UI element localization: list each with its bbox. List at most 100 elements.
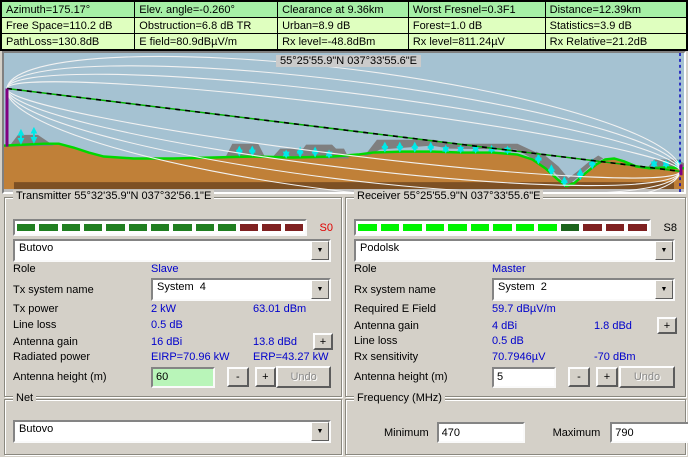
tx-role-label: Role	[13, 263, 151, 275]
signal-segment	[493, 224, 512, 231]
rx-signal-s-units: S8	[651, 222, 677, 234]
rx-sensitivity-dbm: -70 dBm	[594, 351, 636, 363]
stat-elev-angle: Elev. angle=-0.260°	[135, 1, 278, 18]
signal-segment	[129, 224, 147, 231]
rx-sensitivity-uv: 70.7946µV	[492, 351, 594, 363]
signal-segment	[516, 224, 535, 231]
chevron-down-icon[interactable]: ▼	[311, 422, 329, 441]
signal-segment	[561, 224, 580, 231]
rx-antenna-height-label: Antenna height (m)	[354, 371, 492, 383]
rx-system-value: System 2	[494, 280, 655, 299]
signal-segment	[151, 224, 169, 231]
signal-segment	[628, 224, 647, 231]
chevron-down-icon[interactable]: ▼	[655, 280, 673, 299]
rx-antenna-detail-button[interactable]: +	[657, 317, 677, 334]
rx-site-value: Podolsk	[356, 241, 655, 260]
rx-antenna-gain-dbd: 1.8 dBd	[594, 320, 632, 332]
rx-sensitivity-label: Rx sensitivity	[354, 351, 492, 363]
tx-site-value: Butovo	[15, 241, 311, 260]
stat-rx-level-uv: Rx level=811.24µV	[408, 34, 545, 51]
rx-undo-button[interactable]: Undo	[619, 366, 675, 388]
net-combobox[interactable]: Butovo ▼	[13, 420, 331, 443]
signal-segment	[285, 224, 303, 231]
terrain-profile-chart: 55°25'55.9"N 037°33'55.6"E	[2, 51, 686, 194]
tx-power-dbm: 63.01 dBm	[253, 303, 306, 315]
rx-line-loss-value: 0.5 dB	[492, 335, 594, 347]
stat-azimuth: Azimuth=175.17°	[1, 1, 135, 18]
tx-system-row: Tx system name System 4 ▼	[13, 278, 331, 301]
rx-antenna-height-row: Antenna height (m) - + Undo	[354, 366, 675, 388]
rx-system-combobox[interactable]: System 2 ▼	[492, 278, 675, 301]
tx-antenna-gain-row: Antenna gain 16 dBi 13.8 dBd +	[13, 333, 333, 350]
frequency-min-input[interactable]	[437, 422, 525, 443]
stat-worst-fresnel: Worst Fresnel=0.3F1	[408, 1, 545, 18]
rx-antenna-height-input[interactable]	[492, 367, 556, 388]
rx-sensitivity-row: Rx sensitivity 70.7946µV -70 dBm	[354, 351, 677, 363]
receiver-panel: Receiver 55°25'55.9"N 037°33'55.6"E S8 P…	[345, 197, 686, 397]
signal-segment	[538, 224, 557, 231]
stat-rx-relative: Rx Relative=21.2dB	[545, 34, 687, 51]
tx-height-increase-button[interactable]: +	[255, 367, 277, 387]
tx-line-loss-label: Line loss	[13, 319, 151, 331]
tx-system-combobox[interactable]: System 4 ▼	[151, 278, 331, 301]
net-value: Butovo	[15, 422, 311, 441]
tx-height-decrease-button[interactable]: -	[227, 367, 249, 387]
stat-forest: Forest=1.0 dB	[408, 18, 545, 34]
tx-signal-meter	[13, 219, 307, 236]
frequency-max-input[interactable]	[610, 422, 688, 443]
signal-segment	[240, 224, 258, 231]
stat-clearance: Clearance at 9.36km	[278, 1, 409, 18]
signal-segment	[471, 224, 490, 231]
chevron-down-icon[interactable]: ▼	[655, 241, 673, 260]
rx-signal-meter	[354, 219, 651, 236]
tx-power-watts: 2 kW	[151, 303, 253, 315]
stats-row: Azimuth=175.17° Elev. angle=-0.260° Clea…	[1, 1, 687, 18]
signal-segment	[173, 224, 191, 231]
stats-row: PathLoss=130.8dB E field=80.9dBµV/m Rx l…	[1, 34, 687, 51]
tx-signal-s-units: S0	[307, 222, 333, 234]
rx-line-loss-label: Line loss	[354, 335, 492, 347]
net-panel: Net Butovo ▼	[4, 399, 342, 455]
tx-site-combobox[interactable]: Butovo ▼	[13, 239, 331, 262]
radio-link-window: Azimuth=175.17° Elev. angle=-0.260° Clea…	[0, 0, 688, 457]
stat-urban: Urban=8.9 dB	[278, 18, 409, 34]
tx-line-loss-row: Line loss 0.5 dB	[13, 319, 333, 331]
tx-power-label: Tx power	[13, 303, 151, 315]
signal-segment	[403, 224, 422, 231]
net-row: Butovo ▼	[13, 420, 331, 443]
tx-erp-value: ERP=43.27 kW	[253, 351, 329, 363]
tx-power-row: Tx power 2 kW 63.01 dBm	[13, 303, 333, 315]
rx-height-increase-button[interactable]: +	[596, 367, 618, 387]
signal-segment	[262, 224, 280, 231]
signal-segment	[448, 224, 467, 231]
rx-antenna-gain-label: Antenna gain	[354, 320, 492, 332]
stat-obstruction: Obstruction=6.8 dB TR	[135, 18, 278, 34]
rx-height-decrease-button[interactable]: -	[568, 367, 590, 387]
signal-segment	[606, 224, 625, 231]
rx-antenna-gain-dbi: 4 dBi	[492, 320, 594, 332]
receiver-panel-title: Receiver 55°25'55.9"N 037°33'55.6"E	[354, 190, 543, 202]
tx-role-value: Slave	[151, 263, 253, 275]
tx-line-loss-value: 0.5 dB	[151, 319, 253, 331]
signal-segment	[106, 224, 124, 231]
frequency-panel-title: Frequency (MHz)	[354, 392, 445, 404]
signal-segment	[17, 224, 35, 231]
stat-free-space: Free Space=110.2 dB	[1, 18, 135, 34]
signal-segment	[84, 224, 102, 231]
profile-svg	[4, 53, 684, 192]
tx-undo-button[interactable]: Undo	[276, 366, 331, 388]
chevron-down-icon[interactable]: ▼	[311, 241, 329, 260]
net-panel-title: Net	[13, 392, 36, 404]
tx-antenna-gain-label: Antenna gain	[13, 336, 151, 348]
rx-role-label: Role	[354, 263, 492, 275]
tx-antenna-detail-button[interactable]: +	[313, 333, 333, 350]
stat-pathloss: PathLoss=130.8dB	[1, 34, 135, 51]
chevron-down-icon[interactable]: ▼	[311, 280, 329, 299]
tx-antenna-height-input[interactable]	[151, 367, 215, 388]
link-stats-table: Azimuth=175.17° Elev. angle=-0.260° Clea…	[0, 0, 688, 51]
signal-segment	[218, 224, 236, 231]
tx-radiated-power-label: Radiated power	[13, 351, 151, 363]
rx-site-combobox[interactable]: Podolsk ▼	[354, 239, 675, 262]
stats-row: Free Space=110.2 dB Obstruction=6.8 dB T…	[1, 18, 687, 34]
signal-segment	[583, 224, 602, 231]
